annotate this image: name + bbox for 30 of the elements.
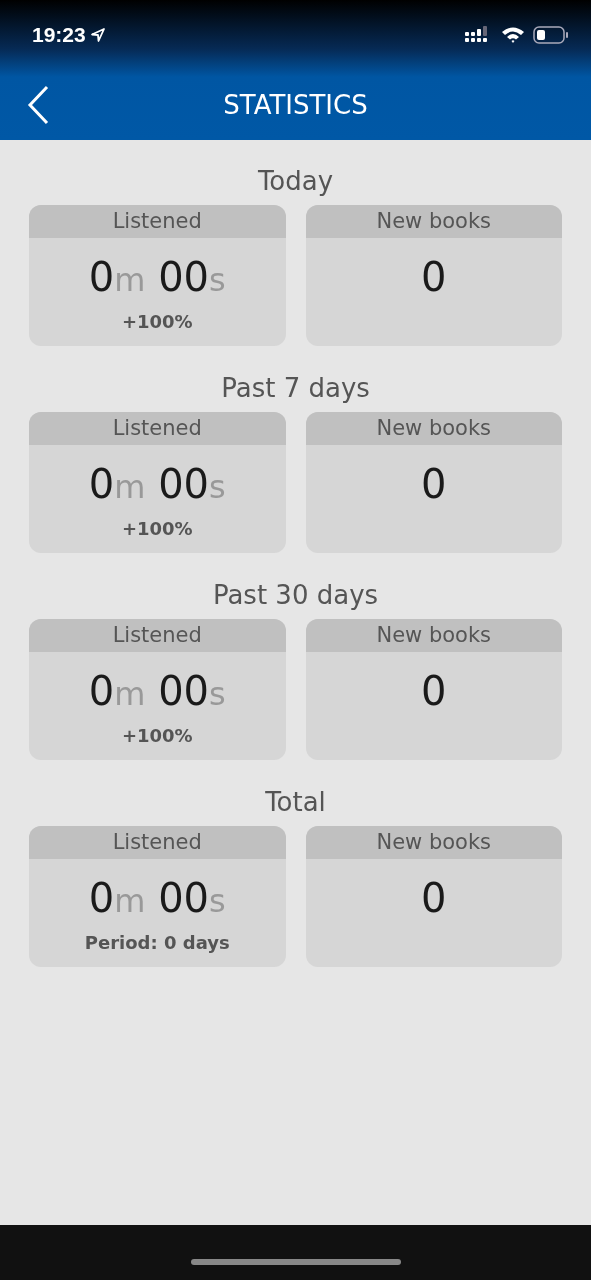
listened-note: +100% — [121, 311, 193, 332]
section-title: Past 30 days — [211, 579, 380, 612]
new-books-count: 0 — [421, 254, 447, 300]
card-header: New books — [305, 619, 562, 652]
battery-icon — [533, 26, 569, 44]
new-books-count: 0 — [421, 461, 447, 507]
card-header: New books — [305, 826, 562, 859]
card-header: New books — [305, 205, 562, 238]
wifi-icon — [501, 26, 525, 44]
listened-time: 0m 00s — [88, 254, 226, 302]
section-title: Past 7 days — [220, 372, 371, 405]
card-header: Listened — [29, 412, 286, 445]
card-header: Listened — [29, 619, 286, 652]
back-icon[interactable] — [27, 85, 49, 125]
section-title: Total — [264, 786, 327, 819]
page-title: STATISTICS — [223, 90, 368, 120]
section-title: Today — [256, 165, 335, 198]
listened-time: 0m 00s — [88, 875, 226, 923]
card-header: New books — [305, 412, 562, 445]
new-books-count: 0 — [421, 875, 447, 921]
location-arrow-icon — [89, 27, 106, 43]
new-books-count: 0 — [421, 668, 447, 714]
card-header: Listened — [29, 826, 286, 859]
listened-time: 0m 00s — [88, 461, 226, 509]
listened-note: Period: 0 days — [84, 932, 230, 953]
listened-note: +100% — [121, 518, 193, 539]
listened-time: 0m 00s — [88, 668, 226, 716]
status-time: 19:23 — [32, 23, 86, 47]
listened-note: +100% — [121, 725, 193, 746]
card-header: Listened — [29, 205, 286, 238]
